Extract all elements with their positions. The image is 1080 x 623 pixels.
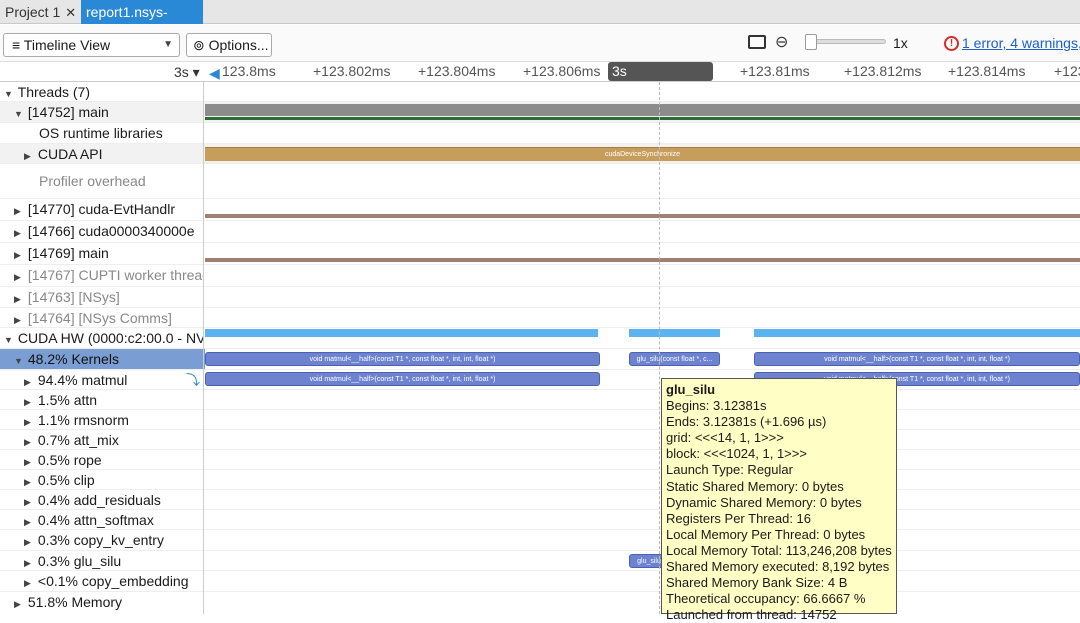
tick-label: +123.814ms xyxy=(948,63,1026,79)
lane-cuda-hw[interactable] xyxy=(205,328,1080,348)
tooltip-line: Local Memory Total: 113,246,208 bytes xyxy=(666,542,892,558)
kernel-bar-glu-silu[interactable]: glu_silu(const float *, c... xyxy=(629,352,720,366)
tooltip-title: glu_silu xyxy=(666,382,716,397)
tooltip-line: Begins: 3.12381s xyxy=(666,398,767,414)
keyboard-icon[interactable] xyxy=(748,35,766,49)
thread-activity-line xyxy=(205,214,1080,218)
diagnostics-link[interactable]: 1 error, 4 warnings, 1 xyxy=(962,35,1080,51)
tooltip-line: Theoretical occupancy: 66.6667 % xyxy=(666,591,866,607)
arrow-left-icon[interactable]: ◀ xyxy=(209,65,220,82)
time-ruler[interactable]: 3s ▾ ◀ 123.8ms +123.802ms +123.804ms +12… xyxy=(0,62,1080,98)
tooltip-line: Registers Per Thread: 16 xyxy=(666,510,811,526)
zoom-level: 1x xyxy=(893,35,908,51)
tooltip-line: block: <<<1024, 1, 1>>> xyxy=(666,446,807,462)
tab-project[interactable]: Project 1 ✕ xyxy=(0,0,80,24)
tick-label: +123.804ms xyxy=(418,63,496,79)
view-selector[interactable]: ≡ Timeline View ▼ xyxy=(3,33,180,57)
tab-project-label: Project 1 xyxy=(5,4,61,20)
thread-activity-bar[interactable] xyxy=(205,104,1080,116)
hw-activity-bar[interactable] xyxy=(205,329,598,337)
tooltip-line: Static Shared Memory: 0 bytes xyxy=(666,478,844,494)
kernel-bar-matmul[interactable]: void matmul<__half>(const T1 *, const fl… xyxy=(754,352,1080,366)
thread-activity-line xyxy=(205,258,1080,262)
tooltip-line: Shared Memory Bank Size: 4 B xyxy=(666,575,848,591)
view-selector-label: ≡ Timeline View xyxy=(12,37,111,53)
kernel-bar-matmul[interactable]: void matmul<__half>(const T1 *, const fl… xyxy=(205,372,600,386)
lane-kernels[interactable]: void matmul<__half>(const T1 *, const fl… xyxy=(205,349,1080,369)
tick-label: +123.81ms xyxy=(740,63,810,79)
thread-state-bar xyxy=(205,117,1080,120)
tooltip-line: Dynamic Shared Memory: 0 bytes xyxy=(666,494,862,510)
zoom-slider[interactable] xyxy=(805,34,886,50)
tab-bar: Project 1 ✕ report1.nsys-rep✕ xyxy=(0,0,1080,44)
zoom-slider-thumb[interactable] xyxy=(805,34,817,50)
lane-main[interactable] xyxy=(205,102,1080,122)
close-icon[interactable]: ✕ xyxy=(65,5,76,20)
tooltip-line: Shared Memory executed: 8,192 bytes xyxy=(666,559,890,575)
tooltip-line: Launched from thread: 14752 xyxy=(666,607,837,623)
tick-label: +123.806ms xyxy=(523,63,601,79)
lane-glu-silu[interactable]: glu_silu xyxy=(205,551,1080,570)
kernel-tooltip: glu_silu Begins: 3.12381s Ends: 3.12381s… xyxy=(661,378,897,622)
hw-activity-bar[interactable] xyxy=(754,329,1080,337)
time-scale-selector[interactable]: 3s ▾ xyxy=(174,64,200,81)
tooltip-line: Launch Type: Regular xyxy=(666,462,793,478)
cuda-api-bar[interactable]: cudaDeviceSynchronize xyxy=(205,147,1080,161)
tab-report[interactable]: report1.nsys-rep✕ xyxy=(81,0,203,44)
toolbar: ≡ Timeline View ▼ ⊚ Options... ⊖ 1x ! 1 … xyxy=(0,25,1080,62)
lane-cuda-api[interactable]: cudaDeviceSynchronize xyxy=(205,144,1080,163)
lane-matmul[interactable]: void matmul<__half>(const T1 *, const fl… xyxy=(205,370,1080,389)
options-button[interactable]: ⊚ Options... xyxy=(186,33,272,57)
tick-label: +123.812ms xyxy=(844,63,922,79)
tooltip-line: Ends: 3.12381s (+1.696 µs) xyxy=(666,414,827,430)
tick-label: +123 xyxy=(1054,63,1080,79)
tooltip-line: Local Memory Per Thread: 0 bytes xyxy=(666,526,866,542)
chevron-down-icon: ▼ xyxy=(163,39,173,50)
error-icon: ! xyxy=(944,36,959,51)
time-cursor-line xyxy=(659,82,660,614)
hw-activity-bar[interactable] xyxy=(629,329,720,337)
row-labels-panel-border xyxy=(0,82,204,614)
zoom-out-icon[interactable]: ⊖ xyxy=(775,32,788,52)
kernel-bar-matmul[interactable]: void matmul<__half>(const T1 *, const fl… xyxy=(205,352,600,366)
tooltip-line: grid: <<<14, 1, 1>>> xyxy=(666,430,784,446)
cursor-time-label: 3s 123.80781ms xyxy=(608,62,713,98)
tick-label: +123.802ms xyxy=(313,63,391,79)
tick-label: 123.8ms xyxy=(222,63,276,79)
